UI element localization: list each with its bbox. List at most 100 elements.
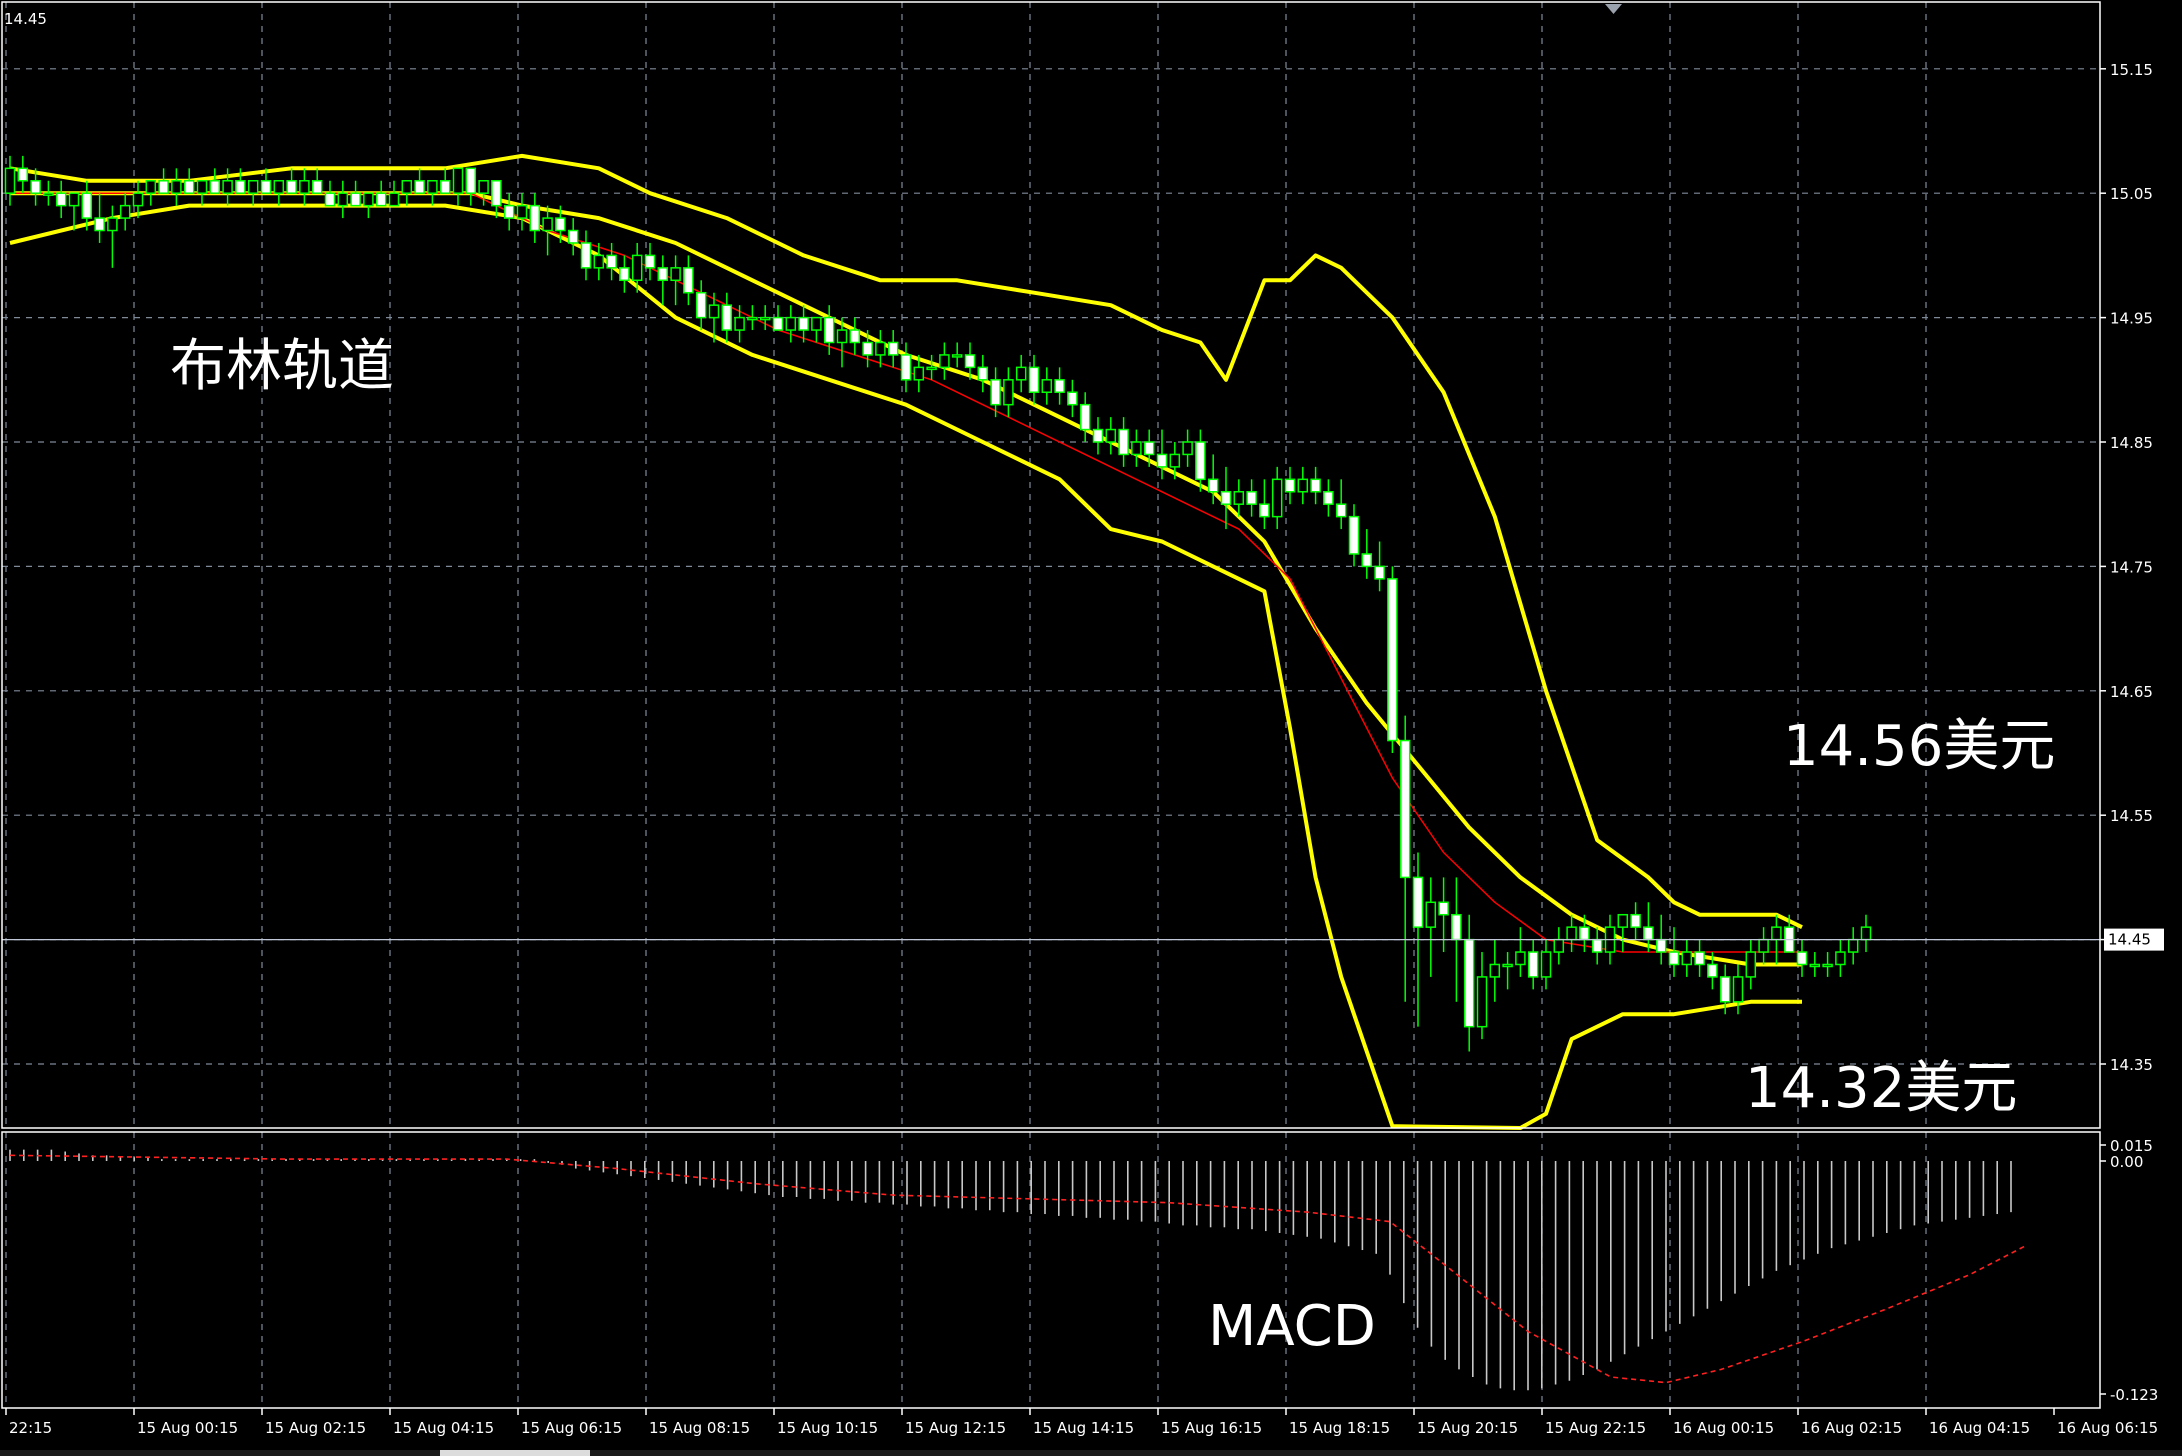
candle-body <box>171 180 182 194</box>
candle-body <box>1771 926 1782 941</box>
candle-body <box>1015 366 1027 381</box>
price-tick-label: 14.95 <box>2110 310 2153 328</box>
candle-body <box>1105 428 1117 443</box>
candle-body <box>772 316 784 331</box>
candle-body <box>708 304 720 319</box>
candle-body <box>350 192 361 207</box>
time-tick-label: 16 Aug 04:15 <box>1929 1419 2030 1437</box>
candle-body <box>1527 951 1539 978</box>
candle-body <box>1502 963 1513 968</box>
candle-body <box>1335 503 1347 518</box>
candle-body <box>375 192 387 207</box>
candle-body <box>4 167 16 194</box>
time-tick-label: 16 Aug 06:15 <box>2057 1419 2158 1437</box>
candle-body <box>299 180 310 194</box>
current-price-tag-text: 14.45 <box>2108 931 2151 949</box>
price-tick-label: 14.55 <box>2110 807 2153 825</box>
candle-body <box>1297 478 1309 493</box>
candle-body <box>1195 441 1206 481</box>
candle-body <box>1092 428 1104 443</box>
candle-body <box>1387 578 1398 742</box>
time-tick-label: 15 Aug 22:15 <box>1545 1419 1646 1437</box>
price-tick-label: 14.85 <box>2110 434 2153 452</box>
candle-body <box>1681 951 1693 966</box>
candle-body <box>567 229 579 244</box>
candle-body <box>798 316 809 331</box>
candle-body <box>1860 926 1872 941</box>
candle-body <box>1079 403 1091 431</box>
candle-body <box>465 167 477 194</box>
candle-body <box>1220 491 1232 505</box>
candle-body <box>580 242 592 269</box>
candle-body <box>593 254 605 269</box>
candle-body <box>1451 913 1462 941</box>
candle-body <box>683 267 694 294</box>
candle-body <box>260 180 272 194</box>
candle-body <box>823 316 835 344</box>
candle-body <box>273 180 285 194</box>
candle-body <box>1143 441 1155 456</box>
candle-body <box>1284 478 1296 493</box>
candle-body <box>1054 379 1065 393</box>
candle-body <box>555 217 566 232</box>
candle-body <box>875 341 886 356</box>
candle-body <box>1835 951 1846 966</box>
candle-body <box>644 254 656 269</box>
candle-body <box>785 316 797 331</box>
time-tick-label: 15 Aug 16:15 <box>1161 1419 1262 1437</box>
candle-body <box>247 180 259 194</box>
candle-body <box>1515 951 1526 966</box>
time-tick-label: 16 Aug 00:15 <box>1673 1419 1774 1437</box>
time-tick-label: 15 Aug 18:15 <box>1289 1419 1390 1437</box>
candle-body <box>1207 478 1219 493</box>
scrollbar-thumb[interactable] <box>440 1450 590 1456</box>
candle-body <box>1131 441 1142 456</box>
candle-body <box>1719 976 1731 1003</box>
candle-body <box>1271 478 1283 518</box>
price-tick-label: 15.15 <box>2110 61 2153 79</box>
time-tick-label: 15 Aug 20:15 <box>1417 1419 1518 1437</box>
candle-body <box>1707 963 1718 978</box>
candle-body <box>427 180 438 194</box>
candle-body <box>977 366 989 381</box>
candle-body <box>619 267 630 282</box>
price-tick-label: 14.65 <box>2110 683 2153 701</box>
time-tick-label: 15 Aug 04:15 <box>393 1419 494 1437</box>
candle-body <box>1361 553 1373 568</box>
candle-body <box>1118 428 1129 456</box>
price-tick-label: 14.75 <box>2110 558 2153 576</box>
time-tick-label: 15 Aug 02:15 <box>265 1419 366 1437</box>
candle-body <box>631 254 643 282</box>
candle-body <box>1003 379 1014 406</box>
time-tick-label: 15 Aug 10:15 <box>777 1419 878 1437</box>
candle-body <box>1617 913 1629 928</box>
candle-body <box>81 192 93 219</box>
candle-body <box>439 180 451 194</box>
candle-body <box>196 180 208 194</box>
candle-body <box>811 316 822 331</box>
candle-body <box>695 291 707 319</box>
candle-body <box>836 329 848 344</box>
time-tick-label: 15 Aug 12:15 <box>905 1419 1006 1437</box>
chart-window: 15.15 15.05 14.95 14.85 14.75 14.65 14.55 14.45… <box>0 0 2182 1456</box>
candle-body <box>1591 938 1603 953</box>
candle-body <box>1169 453 1181 468</box>
candle-body <box>1758 938 1769 953</box>
macd-tick-label: 0.00 <box>2110 1153 2143 1171</box>
candle-body <box>1425 901 1437 928</box>
candle-body <box>939 354 950 369</box>
candle-body <box>1156 453 1168 468</box>
macd-tick-label: -0.123 <box>2110 1386 2158 1404</box>
candle <box>1387 566 1398 753</box>
time-tick-label: 22:15 <box>9 1419 52 1437</box>
candle-body <box>887 341 899 356</box>
candle-body <box>107 217 118 232</box>
candle-body <box>1067 391 1078 406</box>
upper-price-annotation: 14.56美元 <box>1783 714 2055 779</box>
time-tick-label: 15 Aug 06:15 <box>521 1419 622 1437</box>
candle-body <box>503 204 515 219</box>
candle-body <box>1476 976 1488 1028</box>
candle-body <box>145 180 157 194</box>
candle-body <box>1246 491 1257 505</box>
candle-body <box>1412 876 1424 928</box>
